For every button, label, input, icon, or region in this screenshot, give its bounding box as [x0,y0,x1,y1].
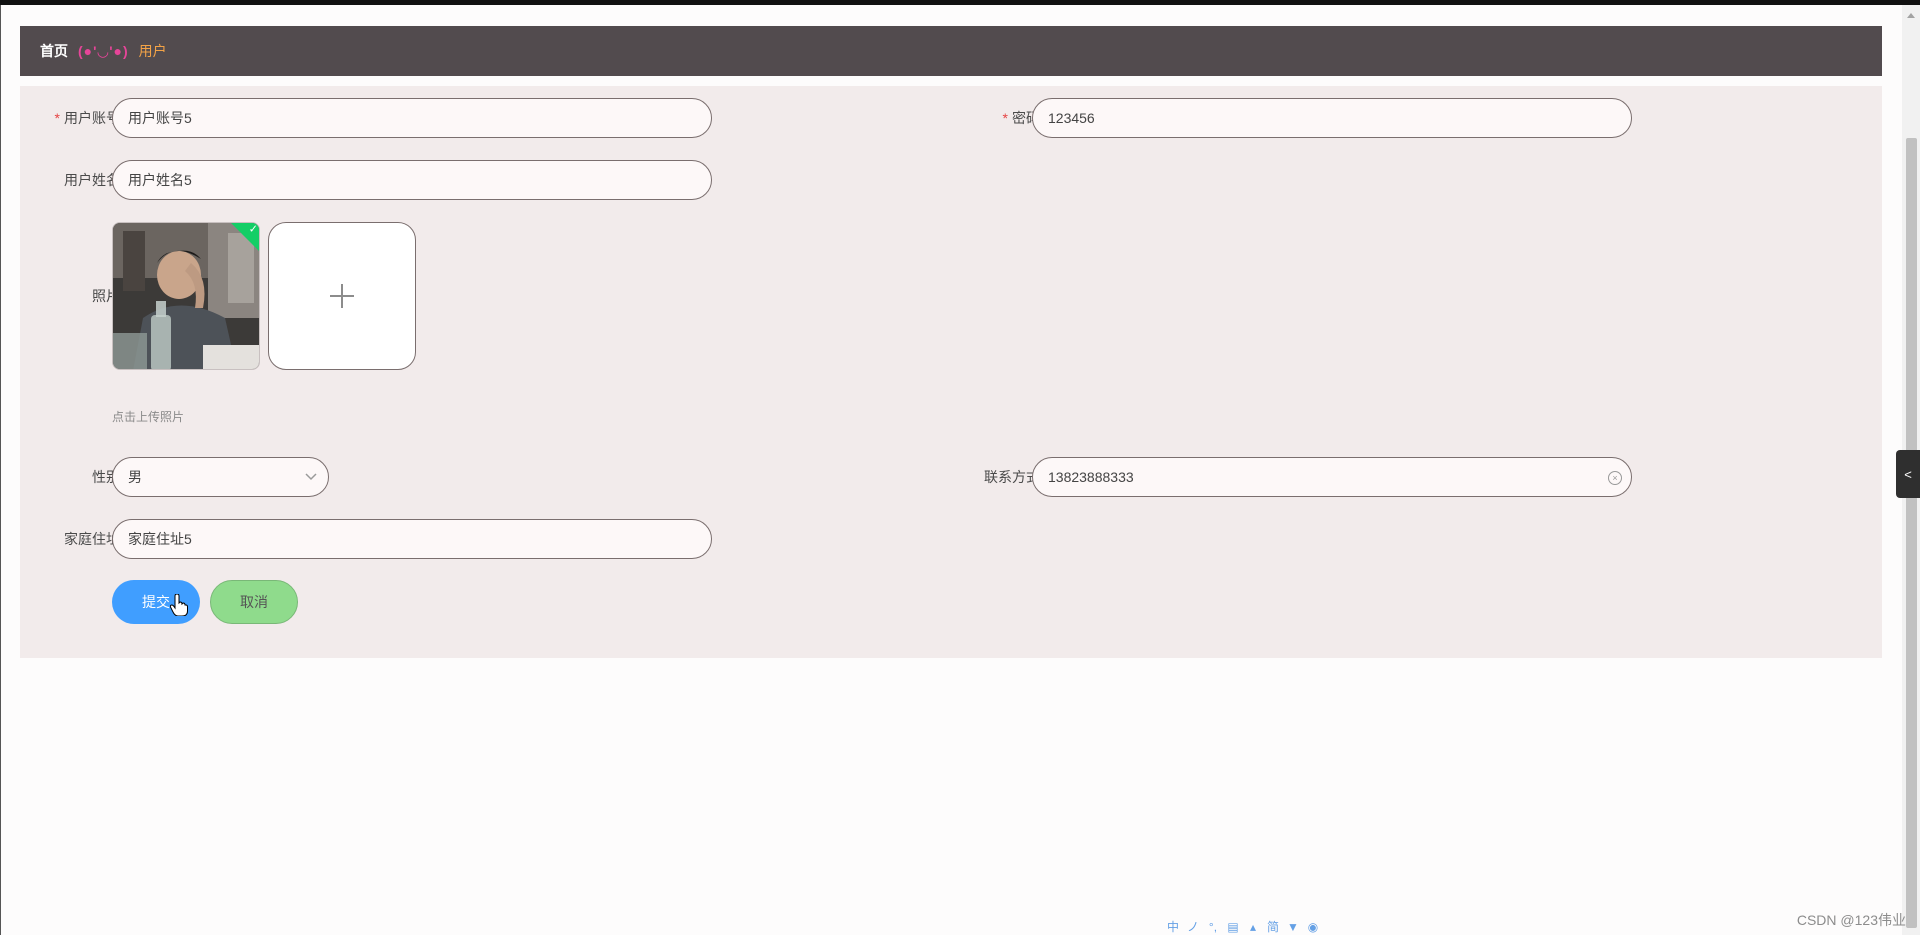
photo-thumbnail[interactable]: ✓ [112,222,260,370]
ime-item[interactable]: ▤ [1226,920,1240,934]
address-input[interactable] [112,519,712,559]
ime-item[interactable]: ノ [1186,920,1200,934]
name-input[interactable] [112,160,712,200]
address-label: 家庭住址 [64,531,120,547]
required-mark: * [1002,110,1008,126]
breadcrumb-separator: (●'◡'●) [78,42,129,59]
gender-select[interactable]: 男 [112,457,329,497]
ime-item[interactable]: 中 [1166,920,1180,934]
ime-toolbar: 中 ノ °, ▤ ▴ 简 ▼ ◉ [1166,918,1320,935]
photo-image [113,223,259,369]
ime-item[interactable]: ▼ [1286,920,1300,934]
ime-item[interactable]: ◉ [1306,920,1320,934]
ime-item[interactable]: ▴ [1246,920,1260,934]
scrollbar-thumb[interactable] [1906,138,1917,928]
contact-label: 联系方式 [984,469,1040,485]
scroll-up-arrow-icon[interactable] [1907,13,1915,18]
password-label: * 密码 [1002,110,1040,126]
chevron-left-icon: < [1904,466,1912,482]
check-icon: ✓ [249,223,259,236]
photo-upload-button[interactable] [268,222,416,370]
user-form: *用户账号 *密码 用户姓名 照片 ✓ [20,86,1882,658]
hand-cursor-icon [170,594,188,616]
ime-item[interactable]: °, [1206,920,1220,934]
upload-hint: 点击上传照片 [112,410,185,424]
breadcrumb-current: 用户 [138,43,167,59]
side-panel-toggle[interactable]: < [1896,450,1920,498]
chevron-down-icon [304,458,318,510]
name-label: 用户姓名 [64,172,120,188]
contact-input[interactable] [1032,457,1632,497]
watermark: CSDN @123伟业 [1796,912,1906,928]
clear-icon[interactable]: × [1608,471,1622,485]
photo-label: 照片 [92,288,120,304]
left-edge [0,5,1,935]
plus-icon [330,284,354,308]
password-input[interactable] [1032,98,1632,138]
cancel-button[interactable]: 取消 [210,580,298,624]
breadcrumb: 首页 (●'◡'●) 用户 [20,26,1882,76]
account-input[interactable] [112,98,712,138]
account-label: * 用户账号 [54,110,120,126]
ime-item[interactable]: 简 [1266,920,1280,934]
gender-selected-value: 男 [128,469,142,485]
breadcrumb-home[interactable]: 首页 [40,41,68,61]
top-strip [0,0,1920,5]
required-mark: * [54,110,60,126]
gender-label: 性别 [92,469,120,485]
